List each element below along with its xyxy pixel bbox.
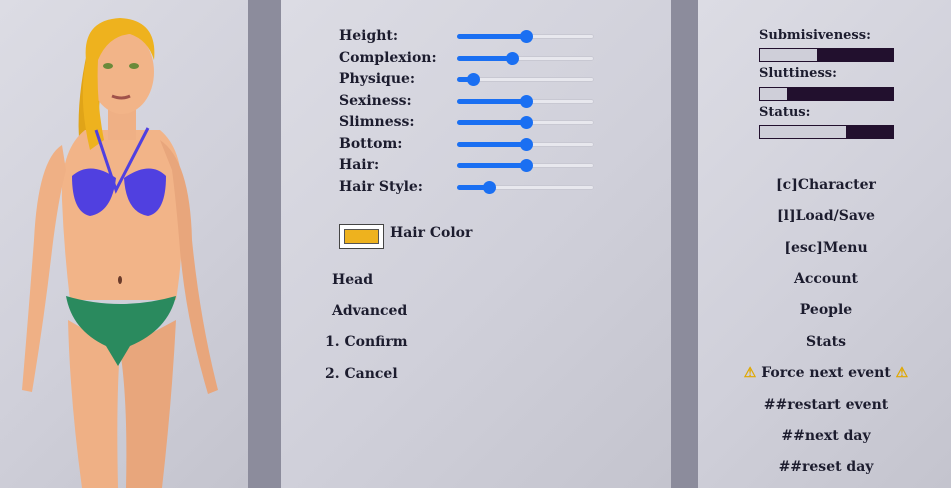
slider-label: Sexiness: [339, 93, 412, 109]
slider-label: Hair: [339, 157, 380, 173]
stat-fill [760, 49, 818, 61]
reset-day-button[interactable]: ##reset day [728, 458, 924, 476]
slider-thumb[interactable] [482, 181, 496, 194]
panel-divider [248, 0, 281, 488]
slider-track[interactable] [457, 95, 594, 108]
slider-label: Height: [339, 28, 399, 44]
slider-label: Hair Style: [339, 179, 423, 195]
slider-thumb[interactable] [519, 159, 533, 172]
slider-thumb[interactable] [519, 138, 533, 151]
warning-icon: ⚠ [743, 365, 757, 381]
slider-thumb[interactable] [505, 52, 519, 65]
slider-label: Slimness: [339, 114, 415, 130]
slider-complexion: Complexion: [339, 49, 599, 69]
stat-label-sluttiness: Sluttiness: [759, 66, 837, 81]
slider-track[interactable] [457, 52, 594, 65]
slider-thumb[interactable] [467, 73, 481, 86]
hair-color-picker[interactable] [339, 224, 384, 249]
slider-thumb[interactable] [519, 116, 533, 129]
stat-bar-status [759, 125, 894, 139]
slider-label: Bottom: [339, 136, 403, 152]
slider-slimness: Slimness: [339, 113, 599, 133]
menu-button[interactable]: [esc]Menu [728, 239, 924, 257]
slider-track[interactable] [457, 138, 594, 151]
slider-track[interactable] [457, 73, 594, 86]
slider-label: Complexion: [339, 50, 437, 66]
slider-hair-style: Hair Style: [339, 178, 599, 198]
account-button[interactable]: Account [728, 270, 924, 288]
cancel-link[interactable]: 2. Cancel [325, 365, 398, 383]
character-button[interactable]: [c]Character [728, 176, 924, 194]
slider-track[interactable] [457, 181, 594, 194]
people-button[interactable]: People [728, 301, 924, 319]
stat-label-status: Status: [759, 105, 811, 120]
hair-color-swatch [344, 229, 379, 244]
head-link[interactable]: Head [332, 271, 373, 289]
stats-button[interactable]: Stats [728, 333, 924, 351]
slider-height: Height: [339, 27, 599, 47]
panel-divider [671, 0, 698, 488]
advanced-link[interactable]: Advanced [332, 302, 407, 320]
stat-fill [760, 126, 847, 138]
slider-physique: Physique: [339, 70, 599, 90]
restart-event-button[interactable]: ##restart event [728, 396, 924, 414]
stat-bar-sluttiness [759, 87, 894, 101]
slider-track[interactable] [457, 30, 594, 43]
slider-bottom: Bottom: [339, 135, 599, 155]
slider-hair: Hair: [339, 156, 599, 176]
slider-thumb[interactable] [519, 95, 533, 108]
force-next-event-button[interactable]: ⚠ Force next event ⚠ [728, 364, 924, 382]
load-save-button[interactable]: [l]Load/Save [728, 207, 924, 225]
next-day-button[interactable]: ##next day [728, 427, 924, 445]
stat-bar-submisiveness [759, 48, 894, 62]
slider-label: Physique: [339, 71, 416, 87]
warning-icon: ⚠ [895, 365, 909, 381]
slider-sexiness: Sexiness: [339, 92, 599, 112]
character-preview-panel [0, 0, 248, 488]
slider-track[interactable] [457, 159, 594, 172]
slider-thumb[interactable] [519, 30, 533, 43]
force-next-event-label: Force next event [761, 365, 891, 381]
stat-label-submisiveness: Submisiveness: [759, 28, 871, 43]
confirm-link[interactable]: 1. Confirm [325, 333, 408, 351]
hair-color-label: Hair Color [390, 225, 473, 241]
character-model [22, 18, 218, 488]
stat-fill [760, 88, 787, 100]
slider-track[interactable] [457, 116, 594, 129]
